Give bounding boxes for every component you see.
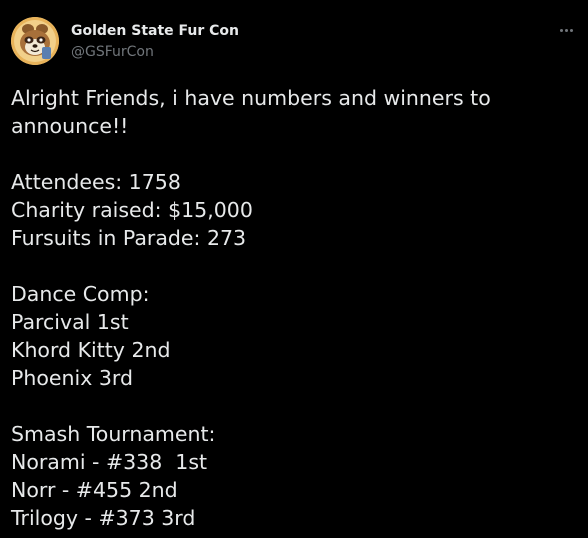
author-handle[interactable]: @GSFurCon	[71, 43, 154, 61]
stat-fursuits: Fursuits in Parade: 273	[11, 226, 247, 250]
smash-first: Norami - #338 1st	[11, 450, 208, 474]
tweet-text: Alright Friends, i have numbers and winn…	[11, 84, 581, 532]
line-break	[11, 392, 581, 420]
tanuki-mascot-icon	[11, 17, 59, 65]
dance-heading: Dance Comp:	[11, 282, 150, 306]
dance-second: Khord Kitty 2nd	[11, 338, 171, 362]
line-break	[11, 140, 581, 168]
stat-charity: Charity raised: $15,000	[11, 198, 253, 222]
author-name[interactable]: Golden State Fur Con	[71, 22, 239, 40]
more-horizontal-icon	[559, 28, 563, 32]
line-break	[11, 252, 581, 280]
tweet-card: Golden State Fur Con @GSFurCon Alright F…	[0, 0, 588, 538]
dance-third: Phoenix 3rd	[11, 366, 133, 390]
tweet-line: Alright Friends, i have numbers and winn…	[11, 86, 491, 110]
smash-heading: Smash Tournament:	[11, 422, 216, 446]
avatar[interactable]	[11, 17, 59, 65]
stat-attendees: Attendees: 1758	[11, 170, 181, 194]
tweet-line: announce!!	[11, 114, 129, 138]
smash-third: Trilogy - #373 3rd	[11, 506, 196, 530]
smash-second: Norr - #455 2nd	[11, 478, 178, 502]
more-options-button[interactable]	[552, 20, 580, 40]
dance-first: Parcival 1st	[11, 310, 129, 334]
